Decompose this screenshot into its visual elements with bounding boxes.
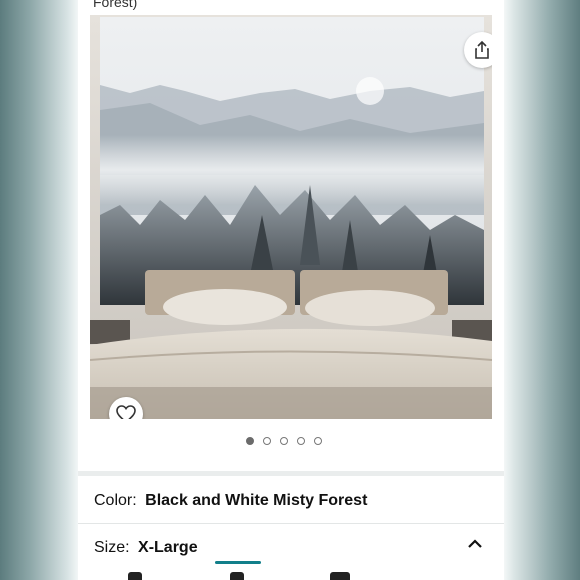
color-variation-row[interactable]: Color: Black and White Misty Forest [94,492,367,510]
size-collapse-toggle[interactable] [464,534,486,554]
share-icon [475,40,489,59]
size-variation-row[interactable]: Size: X-Large [94,539,198,557]
background-right-blur [504,0,580,580]
carousel-dot-5[interactable] [314,437,322,445]
size-label: Size: [94,539,130,556]
product-card: Forest) Color: Black and White Misty For… [78,0,504,580]
carousel-dot-1[interactable] [246,437,254,445]
tapestry-bed-illustration [90,15,492,419]
size-value: X-Large [138,539,198,556]
cut-off-option-2 [230,572,244,580]
carousel-dot-4[interactable] [297,437,305,445]
section-divider [78,471,504,476]
chevron-up-icon [468,539,482,548]
row-divider [78,523,504,524]
heart-outline-icon [116,405,136,419]
color-value: Black and White Misty Forest [145,492,368,509]
carousel-dot-2[interactable] [263,437,271,445]
background-left-blur [0,0,78,580]
product-image[interactable] [90,15,492,419]
product-title-fragment: Forest) [93,0,138,10]
carousel-dot-3[interactable] [280,437,288,445]
cut-off-option-1 [128,572,142,580]
share-button[interactable] [464,32,492,68]
cut-off-option-3 [330,572,350,580]
selected-size-indicator [215,561,261,564]
color-label: Color: [94,492,137,509]
carousel-indicator [246,437,322,445]
